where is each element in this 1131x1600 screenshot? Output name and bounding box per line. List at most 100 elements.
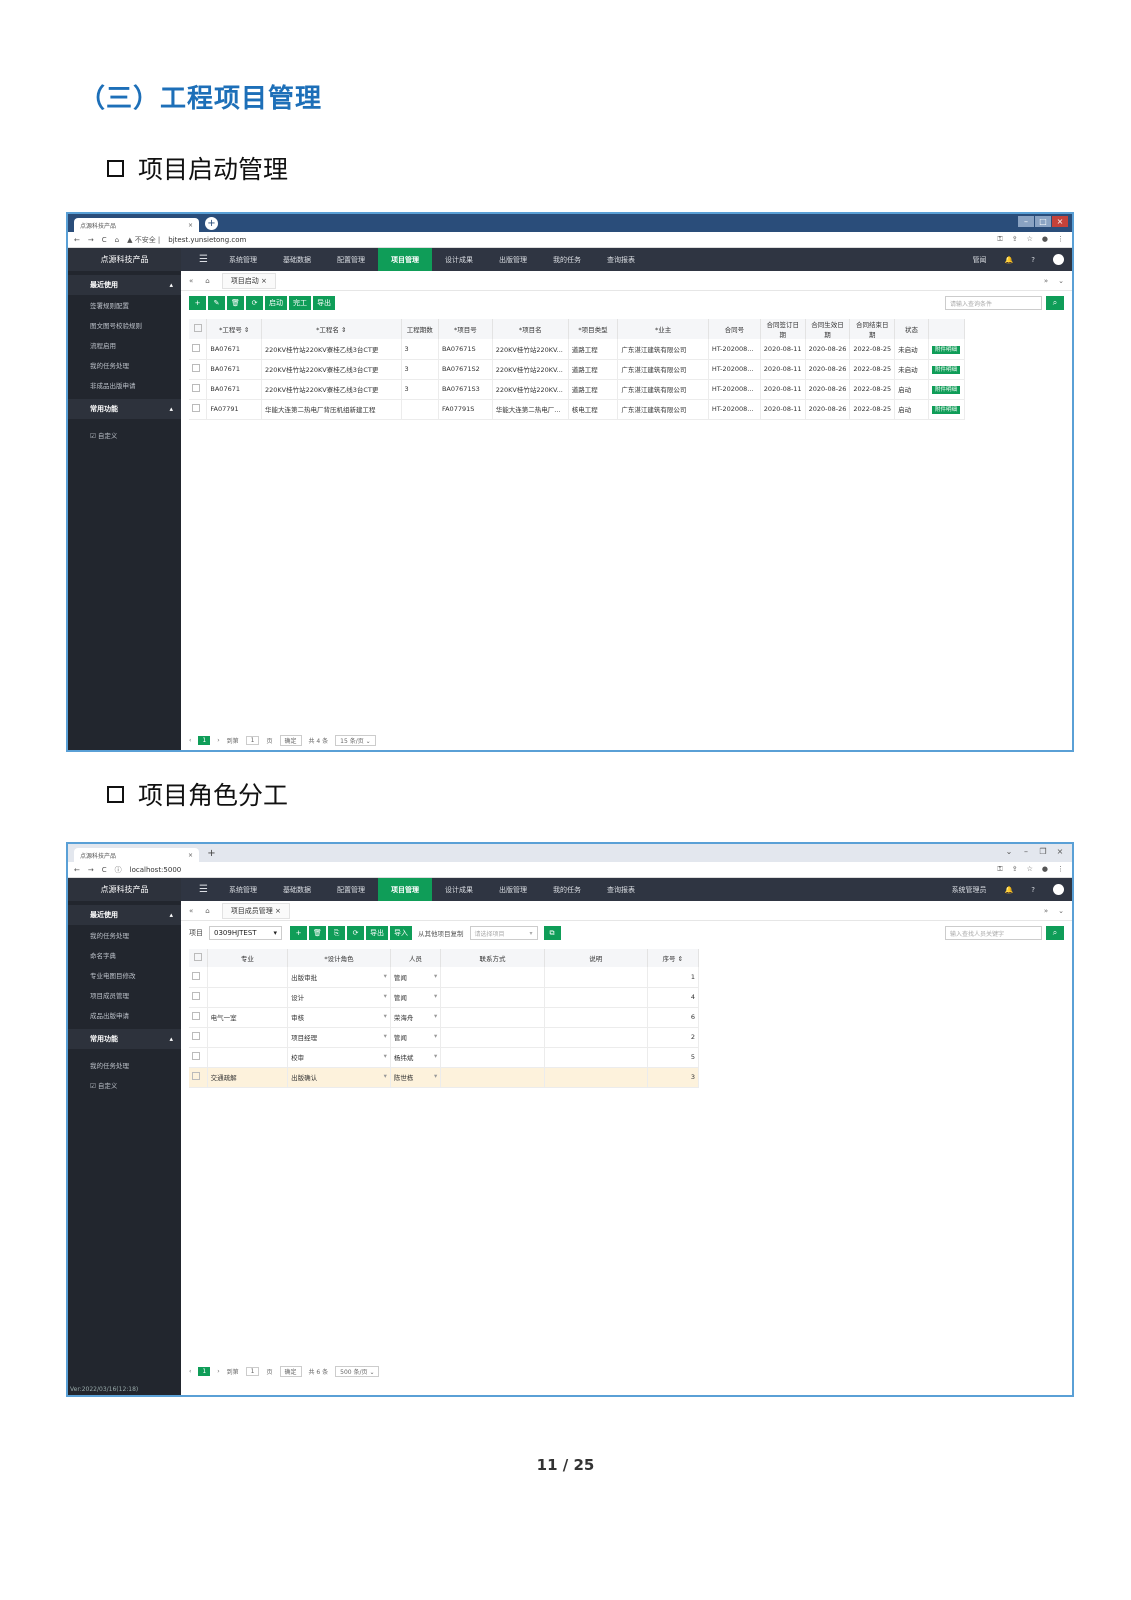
person-select[interactable]: 陈世栋 ▾	[390, 1067, 442, 1088]
copy-project-select[interactable]: 请选择项目 ▾	[469, 926, 538, 940]
sidebar-item[interactable]: 流程启用	[68, 335, 181, 355]
forward-icon[interactable]: →	[88, 236, 94, 244]
expand-right-icon[interactable]: »	[1044, 277, 1048, 285]
browser-tab[interactable]: 点源科技产品 ×	[74, 848, 199, 862]
column-header[interactable]: *工程名 ⇕	[261, 319, 402, 339]
search-input[interactable]: 输入查找人员关键字	[945, 926, 1042, 940]
close-icon[interactable]: ×	[188, 222, 193, 229]
close-window-icon[interactable]: ×	[1052, 216, 1068, 227]
table-row[interactable]: 校审 ▾ 杨纬斌 ▾ 5	[189, 1047, 700, 1068]
row-checkbox[interactable]	[192, 1052, 200, 1060]
sidebar-item[interactable]: 项目成员管理	[68, 985, 181, 1005]
chevron-down-icon[interactable]: ⌄	[1001, 846, 1017, 857]
sidebar-item[interactable]: 我的任务处理	[68, 925, 181, 945]
cell[interactable]	[544, 1047, 648, 1068]
cell[interactable]	[440, 1047, 545, 1068]
nav-item[interactable]: 出版管理	[486, 878, 540, 901]
sidebar-item[interactable]: 专业电图目修改	[68, 965, 181, 985]
browser-tab[interactable]: 点源科技产品 ×	[74, 218, 199, 232]
avatar[interactable]	[1053, 884, 1064, 895]
row-checkbox[interactable]	[192, 1072, 200, 1080]
select-all-checkbox[interactable]	[193, 324, 202, 332]
complete-button[interactable]: 完工	[289, 296, 311, 310]
page-size-select[interactable]: 500 条/页 ⌄	[335, 1366, 380, 1377]
collapse-icon[interactable]: «	[189, 277, 193, 285]
person-select[interactable]: 管闻 ▾	[390, 987, 442, 1008]
user-name[interactable]: 系统管理员	[952, 885, 987, 895]
next-page-icon[interactable]: ›	[217, 737, 219, 744]
user-name[interactable]: 管闻	[973, 255, 987, 265]
row-checkbox[interactable]	[192, 992, 200, 1000]
menu-icon[interactable]: ☰	[191, 884, 216, 895]
cell[interactable]	[544, 1067, 648, 1088]
nav-item[interactable]: 基础数据	[270, 248, 324, 271]
sidebar-group-recent[interactable]: 最近使用 ▴	[68, 905, 181, 925]
export-button[interactable]: 导出	[366, 926, 388, 940]
address-field[interactable]: localhost:5000	[130, 866, 182, 874]
new-tab-icon[interactable]: +	[205, 847, 218, 860]
role-select[interactable]: 出版确认 ▾	[287, 1067, 391, 1088]
row-checkbox[interactable]	[192, 971, 200, 980]
nav-item[interactable]: 查询报表	[594, 248, 648, 271]
close-window-icon[interactable]: ×	[1052, 846, 1068, 857]
avatar[interactable]	[1053, 254, 1064, 265]
role-select[interactable]: 审核 ▾	[287, 1007, 391, 1028]
table-row-selected[interactable]: 交通疏解 出版确认 ▾ 陈世栋 ▾ 3	[189, 1067, 700, 1088]
start-button[interactable]: 启动	[265, 296, 287, 310]
select-all-checkbox[interactable]	[193, 953, 202, 961]
home-icon[interactable]: ⌂	[115, 236, 119, 244]
sidebar-group-common[interactable]: 常用功能 ▴	[68, 1029, 181, 1049]
sidebar-item[interactable]: 成品出版申请	[68, 1005, 181, 1025]
cell[interactable]	[544, 1007, 648, 1028]
nav-item[interactable]: 配置管理	[324, 878, 378, 901]
nav-item[interactable]: 我的任务	[540, 248, 594, 271]
attachment-button[interactable]: 附件明细	[931, 386, 960, 394]
page-size-select[interactable]: 15 条/页 ⌄	[335, 735, 376, 746]
collapse-icon[interactable]: «	[189, 907, 193, 915]
export-button[interactable]: 导出	[313, 296, 335, 310]
profile-icon[interactable]: ●	[1042, 865, 1048, 874]
sidebar-item[interactable]: 我的任务处理	[68, 1055, 181, 1075]
sidebar-item[interactable]: 签署规则配置	[68, 295, 181, 315]
sidebar-item[interactable]: 我的任务处理	[68, 355, 181, 375]
cell[interactable]	[440, 1007, 545, 1028]
star-icon[interactable]: ☆	[1027, 235, 1033, 244]
table-row[interactable]: BA07671220KV桂竹站220KV寮桂乙线3台CT更3BA07671S22…	[189, 339, 966, 360]
nav-item[interactable]: 我的任务	[540, 878, 594, 901]
project-select[interactable]: 0309HJTEST ▾	[209, 926, 282, 940]
row-checkbox[interactable]	[192, 384, 200, 392]
search-input[interactable]: 请输入查询条件	[945, 296, 1042, 310]
help-icon[interactable]: ?	[1031, 886, 1035, 894]
attachment-button[interactable]: 附件明细	[931, 366, 960, 374]
column-header[interactable]: 序号 ⇕	[647, 949, 700, 967]
attachment-button[interactable]: 附件明细	[931, 406, 960, 414]
nav-item[interactable]: 查询报表	[594, 878, 648, 901]
table-row[interactable]: BA07671220KV桂竹站220KV寮桂乙线3台CT更3BA07671S22…	[189, 359, 966, 380]
sidebar-group-common[interactable]: 常用功能 ▴	[68, 399, 181, 419]
back-icon[interactable]: ←	[74, 866, 80, 874]
back-icon[interactable]: ←	[74, 236, 80, 244]
address-field[interactable]: bjtest.yunsietong.com	[168, 236, 246, 244]
nav-item[interactable]: 出版管理	[486, 248, 540, 271]
maximize-icon[interactable]: □	[1035, 216, 1051, 227]
edit-button[interactable]: ✎	[208, 296, 225, 310]
new-tab-icon[interactable]: +	[205, 216, 218, 230]
key-icon[interactable]: ⚿	[997, 235, 1002, 244]
role-select[interactable]: 出版审批 ▾	[287, 967, 391, 988]
row-checkbox[interactable]	[192, 343, 200, 352]
table-row[interactable]: BA07671 220KV桂竹站220KV寮桂乙线3台CT更 3 BA07671S3 2…	[189, 379, 966, 400]
attachment-button[interactable]: 附件明细	[931, 345, 960, 354]
cell[interactable]	[544, 1027, 648, 1048]
cell[interactable]	[440, 967, 545, 988]
nav-item[interactable]: 配置管理	[324, 248, 378, 271]
cell[interactable]	[440, 1067, 545, 1088]
sidebar-item[interactable]: 命名字典	[68, 945, 181, 965]
reload-icon[interactable]: C	[102, 236, 107, 244]
row-checkbox[interactable]	[192, 1012, 200, 1020]
page-current[interactable]: 1	[198, 736, 211, 745]
cell[interactable]	[544, 987, 648, 1008]
role-select[interactable]: 设计 ▾	[287, 987, 391, 1008]
import-button[interactable]: 导入	[390, 926, 412, 940]
search-icon[interactable]: ⌕	[1046, 926, 1064, 940]
profile-icon[interactable]: ●	[1042, 235, 1048, 244]
